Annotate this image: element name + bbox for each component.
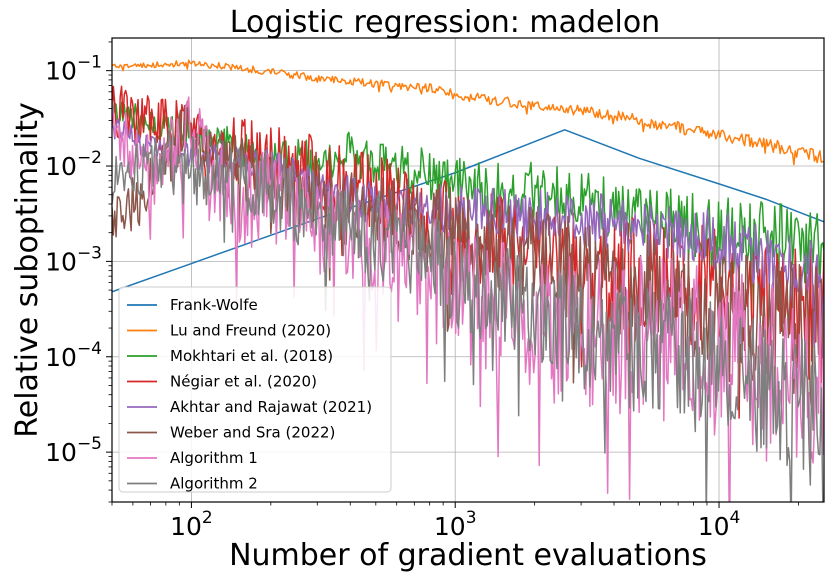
x-axis-label: Number of gradient evaluations	[229, 538, 707, 573]
series-line	[112, 59, 824, 166]
y-axis-label: Relative suboptimality	[10, 102, 45, 438]
chart: Logistic regression: madelon 102 103 104 10…	[10, 5, 825, 573]
legend: Frank-Wolfe Lu and Freund (2020) Mokhtari …	[118, 286, 392, 493]
x-tick-label: 103	[434, 508, 477, 541]
legend-label: Mokhtari et al. (2018)	[170, 347, 333, 365]
chart-title: Logistic regression: madelon	[230, 5, 660, 40]
x-tick-label: 104	[698, 508, 741, 541]
y-tick-label: 10−3	[45, 243, 102, 276]
legend-label: Weber and Sra (2022)	[170, 424, 335, 442]
y-tick-label: 10−5	[45, 434, 102, 467]
x-tick-label: 102	[170, 508, 213, 541]
legend-label: Négiar et al. (2020)	[170, 373, 317, 391]
legend-label: Lu and Freund (2020)	[170, 322, 331, 340]
y-tick-label: 10−1	[45, 53, 102, 86]
y-tick-label: 10−2	[45, 148, 102, 181]
legend-label: Algorithm 2	[170, 475, 258, 493]
y-tick-label: 10−4	[45, 339, 102, 372]
legend-label: Frank-Wolfe	[170, 296, 258, 314]
legend-label: Algorithm 1	[170, 449, 258, 467]
legend-label: Akhtar and Rajawat (2021)	[170, 398, 372, 416]
